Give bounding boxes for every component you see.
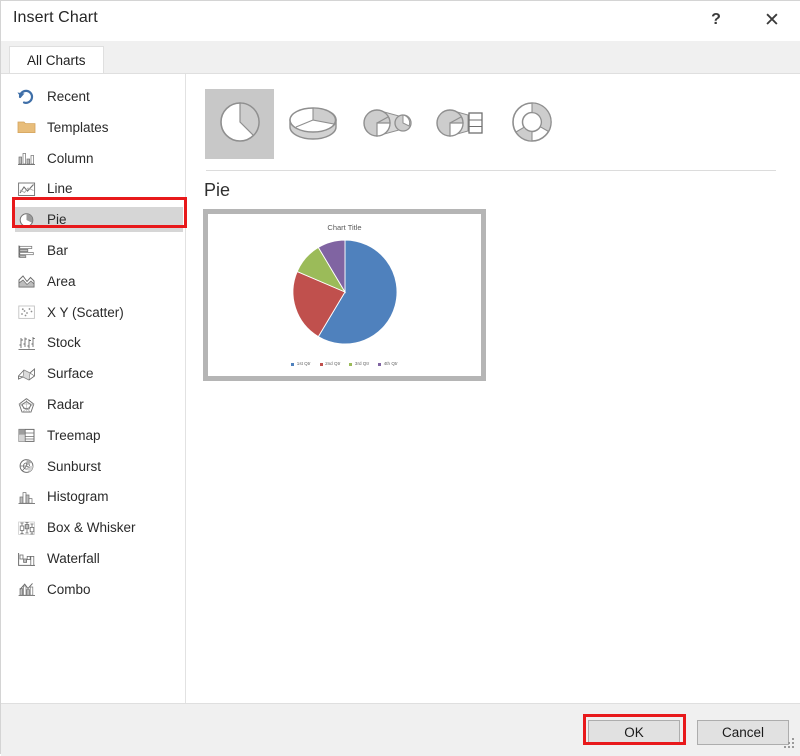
pie3d-subtype-icon — [286, 98, 340, 151]
sidebar-item-label: Histogram — [47, 489, 109, 504]
legend-item: 4th Qtr — [378, 362, 398, 367]
sidebar-item-recent[interactable]: Recent — [15, 84, 183, 109]
sidebar-item-label: Line — [47, 181, 73, 196]
tab-strip: All Charts — [1, 41, 800, 74]
dialog-body: Recent Templates Column Line Pie Bar Area X Y (… — [1, 73, 800, 704]
sidebar-item-surface[interactable]: Surface — [15, 361, 183, 386]
sidebar-item-label: Surface — [47, 366, 94, 381]
sidebar-item-label: Treemap — [47, 428, 101, 443]
sidebar-item-label: Combo — [47, 582, 91, 597]
pie-of-pie-subtype-icon — [357, 100, 415, 149]
legend-swatch-icon — [349, 363, 352, 366]
chart-preview-pane: Pie Chart Title 1st Qtr 2nd Qtr 3rd Qtr 4th… — [186, 74, 800, 704]
sidebar-item-line[interactable]: Line — [15, 176, 183, 201]
chart-subtype-3-d-pie[interactable] — [278, 89, 347, 159]
folder-icon — [15, 117, 37, 137]
dialog-footer — [1, 703, 800, 756]
sidebar-item-label: Templates — [47, 120, 109, 135]
bar-of-pie-subtype-icon — [430, 100, 488, 149]
sidebar-item-label: Radar — [47, 397, 84, 412]
line-chart-icon — [15, 179, 37, 199]
sidebar-item-box-whisker[interactable]: Box & Whisker — [15, 515, 183, 540]
sidebar-item-label: Box & Whisker — [47, 520, 136, 535]
chart-subtype-bar-of-pie[interactable] — [424, 89, 493, 159]
close-icon[interactable]: ✕ — [753, 5, 791, 35]
sidebar-item-label: Pie — [47, 212, 67, 227]
sidebar-item-stock[interactable]: Stock — [15, 330, 183, 355]
legend-label: 2nd Qtr — [325, 362, 340, 367]
sidebar-item-area[interactable]: Area — [15, 269, 183, 294]
radar-chart-icon — [15, 395, 37, 415]
scatter-chart-icon — [15, 302, 37, 322]
legend-label: 3rd Qtr — [355, 362, 369, 367]
ok-button[interactable]: OK — [588, 720, 680, 745]
legend-swatch-icon — [320, 363, 323, 366]
sidebar-item-label: Bar — [47, 243, 68, 258]
chart-subtype-gallery[interactable] — [205, 89, 566, 159]
column-chart-icon — [15, 148, 37, 168]
resize-grip[interactable] — [784, 738, 796, 750]
pie-subtype-icon — [215, 97, 265, 152]
sidebar-item-histogram[interactable]: Histogram — [15, 484, 183, 509]
sidebar-item-label: X Y (Scatter) — [47, 305, 124, 320]
chart-preview-thumbnail[interactable]: Chart Title 1st Qtr 2nd Qtr 3rd Qtr 4th Qtr — [203, 209, 486, 381]
chart-subtype-pie[interactable] — [205, 89, 274, 159]
sidebar-item-column[interactable]: Column — [15, 146, 183, 171]
sidebar-item-label: Sunburst — [47, 459, 101, 474]
sunburst-icon — [15, 456, 37, 476]
preview-heading: Pie — [204, 180, 230, 201]
sidebar-item-x-y-scatter[interactable]: X Y (Scatter) — [15, 300, 183, 325]
sidebar-item-templates[interactable]: Templates — [15, 115, 183, 140]
box-whisker-icon — [15, 518, 37, 538]
dialog-titlebar: Insert Chart ? ✕ — [1, 1, 800, 41]
tab-all-charts[interactable]: All Charts — [9, 46, 104, 74]
recent-icon — [15, 87, 37, 107]
legend-item: 2nd Qtr — [320, 362, 341, 367]
combo-chart-icon — [15, 579, 37, 599]
insert-chart-dialog: Insert Chart ? ✕ All Charts Recent Templa… — [0, 0, 800, 754]
histogram-icon — [15, 487, 37, 507]
dialog-title: Insert Chart — [13, 9, 98, 27]
legend-label: 4th Qtr — [384, 362, 398, 367]
sidebar-item-waterfall[interactable]: Waterfall — [15, 546, 183, 571]
help-icon[interactable]: ? — [697, 5, 735, 35]
legend-item: 1st Qtr — [291, 362, 310, 367]
sidebar-item-treemap[interactable]: Treemap — [15, 423, 183, 448]
legend-item: 3rd Qtr — [349, 362, 369, 367]
stock-chart-icon — [15, 333, 37, 353]
sidebar-item-label: Recent — [47, 89, 90, 104]
chart-subtype-pie-of-pie[interactable] — [351, 89, 420, 159]
surface-chart-icon — [15, 364, 37, 384]
area-chart-icon — [15, 271, 37, 291]
legend-swatch-icon — [291, 363, 294, 366]
sidebar-item-sunburst[interactable]: Sunburst — [15, 454, 183, 479]
sidebar-item-label: Area — [47, 274, 76, 289]
sidebar-item-label: Stock — [47, 335, 81, 350]
chart-title: Chart Title — [208, 223, 481, 232]
sidebar-item-combo[interactable]: Combo — [15, 577, 183, 602]
section-divider — [206, 170, 776, 171]
chart-subtype-doughnut[interactable] — [497, 89, 566, 159]
treemap-icon — [15, 425, 37, 445]
bar-chart-icon — [15, 241, 37, 261]
sidebar-item-bar[interactable]: Bar — [15, 238, 183, 263]
legend-swatch-icon — [378, 363, 381, 366]
waterfall-icon — [15, 549, 37, 569]
cancel-button[interactable]: Cancel — [697, 720, 789, 745]
pie-chart-icon — [15, 210, 37, 230]
sidebar-item-radar[interactable]: Radar — [15, 392, 183, 417]
sidebar-item-label: Column — [47, 151, 94, 166]
chart-legend: 1st Qtr 2nd Qtr 3rd Qtr 4th Qtr — [208, 362, 481, 367]
doughnut-subtype-icon — [507, 97, 557, 152]
legend-label: 1st Qtr — [297, 362, 311, 367]
sidebar-item-label: Waterfall — [47, 551, 100, 566]
sidebar-item-pie[interactable]: Pie — [15, 207, 183, 232]
pie-chart-graphic — [285, 238, 405, 355]
chart-type-list[interactable]: Recent Templates Column Line Pie Bar Area X Y (… — [1, 74, 186, 704]
